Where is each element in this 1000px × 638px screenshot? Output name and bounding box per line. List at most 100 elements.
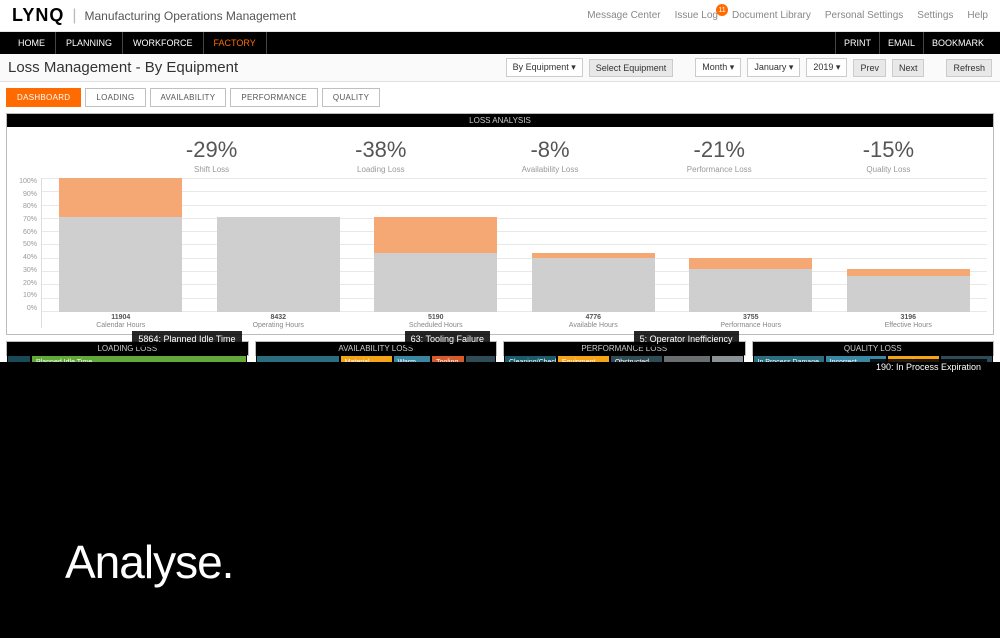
nav-workforce[interactable]: WORKFORCE [123,32,204,54]
prev-button[interactable]: Prev [853,59,886,77]
brand-subtitle: Manufacturing Operations Management [85,9,296,23]
bar-col-0 [42,178,200,312]
quad-title: AVAILABILITY LOSS [256,342,497,355]
quad-title: PERFORMANCE LOSS [504,342,745,355]
x-label: 8432Operating Hours [200,312,358,328]
y-tick: 50% [13,241,37,248]
page-title: Loss Management - By Equipment [8,59,500,76]
tile[interactable]: Tooling Failure [431,355,465,363]
quad-quality: QUALITY LOSSIn Process DamageIncorrect A… [752,341,995,356]
tile[interactable] [940,355,993,363]
personal-settings-link[interactable]: Personal Settings [825,10,903,21]
bar-loss [59,178,182,217]
x-label: 5190Scheduled Hours [357,312,515,328]
metric-value: -29% [127,137,296,163]
tile[interactable]: Rework [887,355,940,363]
quad-title: QUALITY LOSS [753,342,994,355]
y-tick: 90% [13,191,37,198]
tile[interactable]: Equipment Wear [557,355,610,363]
quad-availability: AVAILABILITY LOSSMajor AdjustmentMateria… [255,341,498,356]
bar-col-1 [200,178,358,312]
bar-base [847,276,970,312]
metric-label: Shift Loss [127,165,296,174]
by-select[interactable]: By Equipment ▾ [506,58,583,77]
y-tick: 100% [13,178,37,185]
period-select-value: Month [702,62,727,72]
tab-availability[interactable]: AVAILABILITY [150,88,227,107]
nav-home[interactable]: HOME [8,32,56,54]
help-link[interactable]: Help [967,10,988,21]
year-select[interactable]: 2019 ▾ [806,58,847,77]
tile[interactable] [256,355,340,363]
bar-base [59,217,182,312]
bar-col-3 [515,178,673,312]
issue-log-link[interactable]: Issue Log 11 [675,10,718,21]
y-tick: 10% [13,292,37,299]
tile[interactable]: Warm Up [393,355,431,363]
overlay-heading: Analyse. [65,535,233,589]
loss-analysis-panel: LOSS ANALYSIS -29% Shift Loss-38% Loading … [6,113,994,335]
tab-loading[interactable]: LOADING [85,88,145,107]
issue-log-label: Issue Log [675,10,718,21]
bar-col-5 [830,178,988,312]
tile[interactable]: Incorrect Assembly [825,355,888,363]
issue-log-badge: 11 [716,4,728,16]
metric-label: Performance Loss [635,165,804,174]
nav-bookmark[interactable]: BOOKMARK [923,32,992,54]
tile[interactable] [7,355,31,363]
nav-planning[interactable]: PLANNING [56,32,123,54]
tile[interactable]: In Process Damage [753,355,825,363]
year-select-value: 2019 [813,62,833,72]
nav-email[interactable]: EMAIL [879,32,923,54]
metric-value: -21% [635,137,804,163]
tile[interactable]: Material Shortages [340,355,393,363]
tile[interactable]: Cleaning/Checking [504,355,557,363]
x-label: 3755Performance Hours [672,312,830,328]
metric-1: -38% Loading Loss [296,137,465,174]
bar-col-2 [357,178,515,312]
nav-print[interactable]: PRINT [835,32,879,54]
nav-factory[interactable]: FACTORY [204,32,267,54]
tab-performance[interactable]: PERFORMANCE [230,88,318,107]
brand-logo: LYNQ [12,5,64,26]
month-select[interactable]: January ▾ [747,58,800,77]
tile[interactable] [465,355,496,363]
y-tick: 40% [13,254,37,261]
bar-loss [847,269,970,276]
metric-value: -8% [465,137,634,163]
tile[interactable]: Planned Idle Time [31,355,247,363]
next-button[interactable]: Next [892,59,925,77]
select-equipment-button[interactable]: Select Equipment [589,59,674,77]
doc-library-link[interactable]: Document Library [732,10,811,21]
bar-base [217,217,340,312]
msg-center-link[interactable]: Message Center [587,10,660,21]
metric-value: -38% [296,137,465,163]
marketing-overlay: Analyse. [0,486,1000,638]
metric-label: Loading Loss [296,165,465,174]
y-tick: 30% [13,267,37,274]
bar-col-4 [672,178,830,312]
tab-dashboard[interactable]: DASHBOARD [6,88,81,107]
tile[interactable] [711,355,745,363]
period-select[interactable]: Month ▾ [695,58,741,77]
refresh-button[interactable]: Refresh [946,59,992,77]
y-tick: 0% [13,305,37,312]
by-select-value: By Equipment [513,62,569,72]
month-select-value: January [754,62,786,72]
metric-4: -15%Quality Loss [804,137,973,174]
loss-analysis-title: LOSS ANALYSIS [7,114,993,127]
settings-link[interactable]: Settings [917,10,953,21]
y-tick: 20% [13,280,37,287]
y-tick: 60% [13,229,37,236]
bar-base [374,253,497,312]
quad-loading: LOADING LOSSPlanned Idle Time5864: Plann… [6,341,249,356]
tile[interactable]: Obstructed Product Flow [610,355,663,363]
tile[interactable] [663,355,711,363]
metric-0: -29% Shift Loss [127,137,296,174]
brand-separator: | [72,7,76,25]
tab-quality[interactable]: QUALITY [322,88,380,107]
metric-3: -21% Performance Loss [635,137,804,174]
bar-base [532,258,655,312]
quad-performance: PERFORMANCE LOSSSensor BlockedCleaning/C… [503,341,746,356]
x-label: 4776Available Hours [515,312,673,328]
